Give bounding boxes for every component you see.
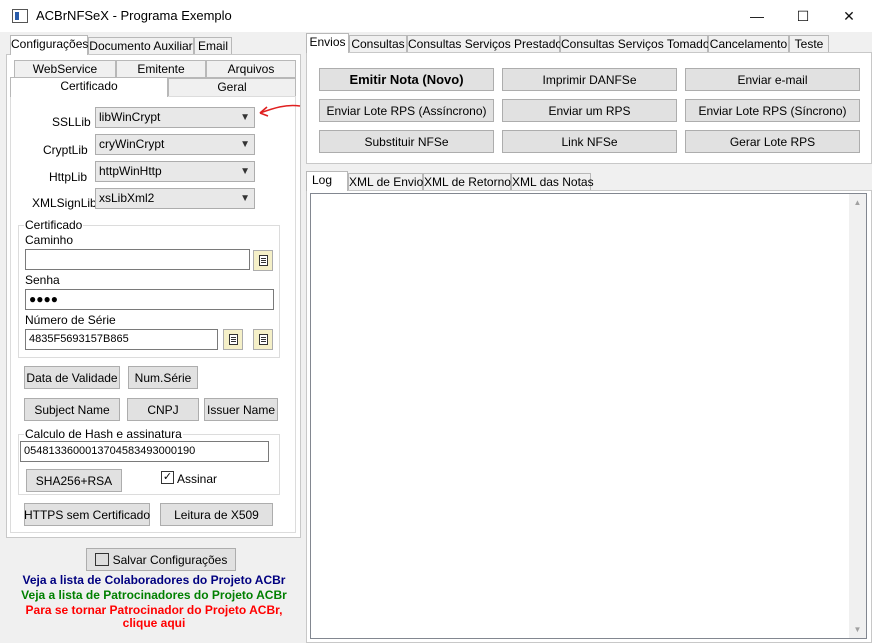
tab-log[interactable]: Log — [306, 171, 348, 191]
assinar-label: Assinar — [177, 472, 218, 486]
scroll-up-icon[interactable]: ▲ — [849, 194, 866, 211]
hash-group-title: Calculo de Hash e assinatura — [24, 427, 183, 441]
tab-consultas[interactable]: Consultas — [349, 35, 407, 53]
xmlsignlib-value: xsLibXml2 — [99, 191, 155, 205]
chevron-down-icon: ▼ — [240, 112, 250, 123]
senha-label: Senha — [25, 273, 60, 287]
numero-serie-input[interactable]: 4835F5693157B865 — [25, 329, 218, 350]
patrocinadores-link[interactable]: Veja a lista de Patrocinadores do Projet… — [6, 588, 302, 602]
assinar-checkbox[interactable]: ✓ — [161, 471, 174, 484]
maximize-button[interactable]: ☐ — [780, 0, 826, 32]
ssllib-label: SSLLib — [52, 115, 91, 129]
tab-cancelamento[interactable]: Cancelamento — [708, 35, 789, 53]
enviar-um-rps-button[interactable]: Enviar um RPS — [502, 99, 677, 122]
tab-consultas-tomados[interactable]: Consultas Serviços Tomados — [560, 35, 716, 53]
subtab-geral[interactable]: Geral — [168, 78, 296, 96]
chevron-down-icon: ▼ — [240, 193, 250, 204]
tab-xml-notas[interactable]: XML das Notas — [511, 173, 594, 191]
tab-xml-retorno[interactable]: XML de Retorno — [423, 173, 511, 191]
log-scrollbar[interactable]: ▲ ▼ — [849, 194, 866, 638]
tab-email[interactable]: Email — [194, 37, 232, 55]
scroll-down-icon[interactable]: ▼ — [849, 621, 866, 638]
window-title: ACBrNFSeX - Programa Exemplo — [36, 8, 232, 23]
hash-input[interactable]: 05481336000137045834930001​90 — [20, 441, 269, 462]
imprimir-danfse-button[interactable]: Imprimir DANFSe — [502, 68, 677, 91]
tab-configuracoes[interactable]: Configurações — [10, 35, 88, 55]
numero-serie-label: Número de Série — [25, 313, 116, 327]
salvar-configuracoes-label: Salvar Configurações — [112, 552, 228, 567]
document-icon — [259, 334, 268, 345]
leitura-x509-button[interactable]: Leitura de X509 — [160, 503, 273, 526]
gerar-lote-rps-button[interactable]: Gerar Lote RPS — [685, 130, 860, 153]
ssllib-value: libWinCrypt — [99, 110, 161, 124]
close-button[interactable]: ✕ — [826, 0, 872, 32]
xmlsignlib-label: XMLSignLib — [32, 196, 97, 210]
tab-teste[interactable]: Teste — [789, 35, 829, 53]
certificado-group-title: Certificado — [24, 218, 84, 232]
substituir-nfse-button[interactable]: Substituir NFSe — [319, 130, 494, 153]
app-icon — [12, 9, 28, 23]
tab-consultas-prestados[interactable]: Consultas Serviços Prestados — [407, 35, 568, 53]
data-validade-button[interactable]: Data de Validade — [24, 366, 120, 389]
subject-name-button[interactable]: Subject Name — [24, 398, 120, 421]
ssllib-select[interactable]: libWinCrypt ▼ — [95, 107, 255, 128]
issuer-name-button[interactable]: Issuer Name — [204, 398, 278, 421]
cryptlib-select[interactable]: cryWinCrypt ▼ — [95, 134, 255, 155]
enviar-lote-assincrono-button[interactable]: Enviar Lote RPS (Assíncrono) — [319, 99, 494, 122]
emitir-nota-button[interactable]: Emitir Nota (Novo) — [319, 68, 494, 91]
enviar-lote-sincrono-button[interactable]: Enviar Lote RPS (Síncrono) — [685, 99, 860, 122]
chevron-down-icon: ▼ — [240, 139, 250, 150]
minimize-button[interactable]: — — [734, 0, 780, 32]
caminho-label: Caminho — [25, 233, 74, 247]
caminho-input[interactable] — [25, 249, 250, 270]
cryptlib-label: CryptLib — [43, 143, 88, 157]
save-icon — [94, 553, 109, 566]
httplib-select[interactable]: httpWinHttp ▼ — [95, 161, 255, 182]
chevron-down-icon: ▼ — [240, 166, 250, 177]
salvar-configuracoes-button[interactable]: Salvar Configurações — [86, 548, 236, 571]
sha256-rsa-button[interactable]: SHA256+RSA — [26, 469, 122, 492]
annotation-arrow-icon — [259, 104, 301, 117]
patrocinador-link-line1[interactable]: Para se tornar Patrocinador do Projeto A… — [6, 603, 302, 617]
browse-caminho-button[interactable] — [253, 250, 273, 271]
num-serie-button[interactable]: Num.Série — [128, 366, 198, 389]
document-icon — [259, 255, 268, 266]
link-nfse-button[interactable]: Link NFSe — [502, 130, 677, 153]
select-serie-button[interactable] — [223, 329, 243, 350]
select-serie-alt-button[interactable] — [253, 329, 273, 350]
subtab-emitente[interactable]: Emitente — [116, 60, 206, 78]
httplib-value: httpWinHttp — [99, 164, 162, 178]
cryptlib-value: cryWinCrypt — [99, 137, 165, 151]
enviar-email-button[interactable]: Enviar e-mail — [685, 68, 860, 91]
subtab-certificado[interactable]: Certificado — [10, 77, 168, 97]
subtab-webservice[interactable]: WebService — [14, 60, 116, 78]
xmlsignlib-select[interactable]: xsLibXml2 ▼ — [95, 188, 255, 209]
httplib-label: HttpLib — [49, 170, 88, 184]
tab-envios[interactable]: Envios — [306, 33, 349, 53]
colaboradores-link[interactable]: Veja a lista de Colaboradores do Projeto… — [6, 573, 302, 587]
https-sem-certificado-button[interactable]: HTTPS sem Certificado — [24, 503, 150, 526]
patrocinador-link-line2[interactable]: clique aqui — [6, 616, 302, 630]
senha-input[interactable]: ●●●● — [25, 289, 274, 310]
tab-xml-envio[interactable]: XML de Envio — [348, 173, 423, 191]
subtab-arquivos[interactable]: Arquivos — [206, 60, 296, 78]
document-icon — [229, 334, 238, 345]
tab-documento-auxiliar[interactable]: Documento Auxiliar — [88, 37, 194, 55]
log-textarea[interactable] — [310, 193, 867, 639]
cnpj-button[interactable]: CNPJ — [127, 398, 199, 421]
